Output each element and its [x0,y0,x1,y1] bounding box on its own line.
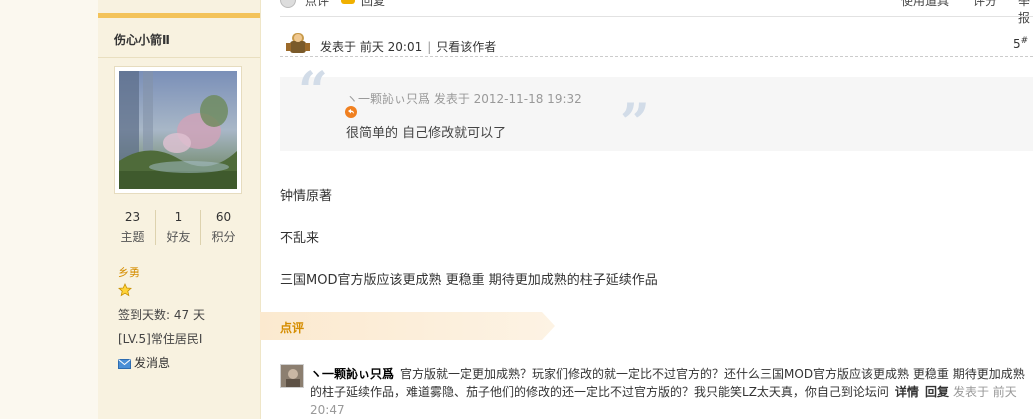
comment-section-label: 点评 [280,321,305,335]
post-body-line: 钟情原著 [280,189,333,204]
user-stats: 23 主题 1 好友 60 积分 [110,210,246,250]
user-level: [LV.5]常住居民I [118,332,203,346]
use-tool-button[interactable]: 使用道具 [901,0,949,9]
stat-label: 好友 [166,230,191,244]
previous-post-actions: 点评 回复 使用道具 评分 举报 [280,0,1033,25]
online-status-icon [284,31,312,58]
quote-author: ヽ一颗訫ぃ只爲 发表于 2012-11-18 19:32 [346,92,582,106]
comment-reply-link[interactable]: 回复 [925,385,949,399]
jump-to-post-icon[interactable] [345,106,357,121]
divider [98,57,260,58]
floor-value: 5 [1013,37,1021,51]
post-body-line: 三国MOD官方版应该更成熟 更稳重 期待更加成熟的柱子延续作品 [280,273,658,288]
username-link[interactable]: 伤心小箭Ⅱ [114,31,170,48]
stat-label: 主题 [120,230,145,244]
divider [280,16,1033,17]
stat-label: 积分 [211,230,236,244]
star-icon [118,283,132,300]
divider [280,56,1033,57]
sidebar-accent-bar [98,13,260,18]
reply-button[interactable]: 回复 [361,0,385,9]
separator: | [427,40,432,54]
comment-author[interactable]: ヽ一颗訫ぃ只爲 [310,367,394,381]
stat-points[interactable]: 60 积分 [200,210,246,245]
score-button[interactable]: 评分 [973,0,997,9]
open-quote-mark: “ [298,61,328,122]
rate-icon [280,0,296,8]
report-button[interactable]: 举报 [1018,0,1033,26]
avatar-image [119,71,237,189]
post-time: 发表于 前天 20:01 [320,40,423,54]
stat-value: 1 [174,210,183,224]
floor-number[interactable]: 5# [1013,36,1028,51]
rate-button[interactable]: 点评 [305,0,329,9]
page-left-margin [0,0,98,419]
comment-item: ヽ一颗訫ぃ只爲 官方版就一定更加成熟？玩家们修改的就一定比不过官方的？还什么三国M… [310,365,1032,419]
post-meta: 发表于 前天 20:01 | 只看该作者 [320,38,496,55]
avatar[interactable] [114,66,242,194]
close-quote-mark: ” [620,93,650,154]
stat-value: 60 [215,210,232,224]
mail-icon [118,358,131,372]
post-body-line: 不乱来 [280,231,320,246]
send-message-link[interactable]: 发消息 [118,354,170,372]
sign-days: 签到天数: 47 天 [118,308,205,322]
stat-threads[interactable]: 23 主题 [110,210,155,245]
stat-value: 23 [124,210,141,224]
floor-sign: # [1020,36,1029,46]
comment-section-tab [260,312,555,340]
reply-icon [341,0,355,4]
stat-friends[interactable]: 1 好友 [155,210,201,245]
comment-avatar[interactable] [280,364,304,388]
user-rank[interactable]: 乡勇 [118,264,140,280]
quote-text: 很简单的 自己修改就可以了 [346,126,507,141]
user-sidebar: 伤心小箭Ⅱ 23 主题 1 好友 60 积分 乡勇 签到天数: 47 天 [LV… [98,0,261,419]
comment-detail-link[interactable]: 详情 [895,385,919,399]
only-author-link[interactable]: 只看该作者 [436,40,496,54]
send-message-label: 发消息 [134,356,171,370]
